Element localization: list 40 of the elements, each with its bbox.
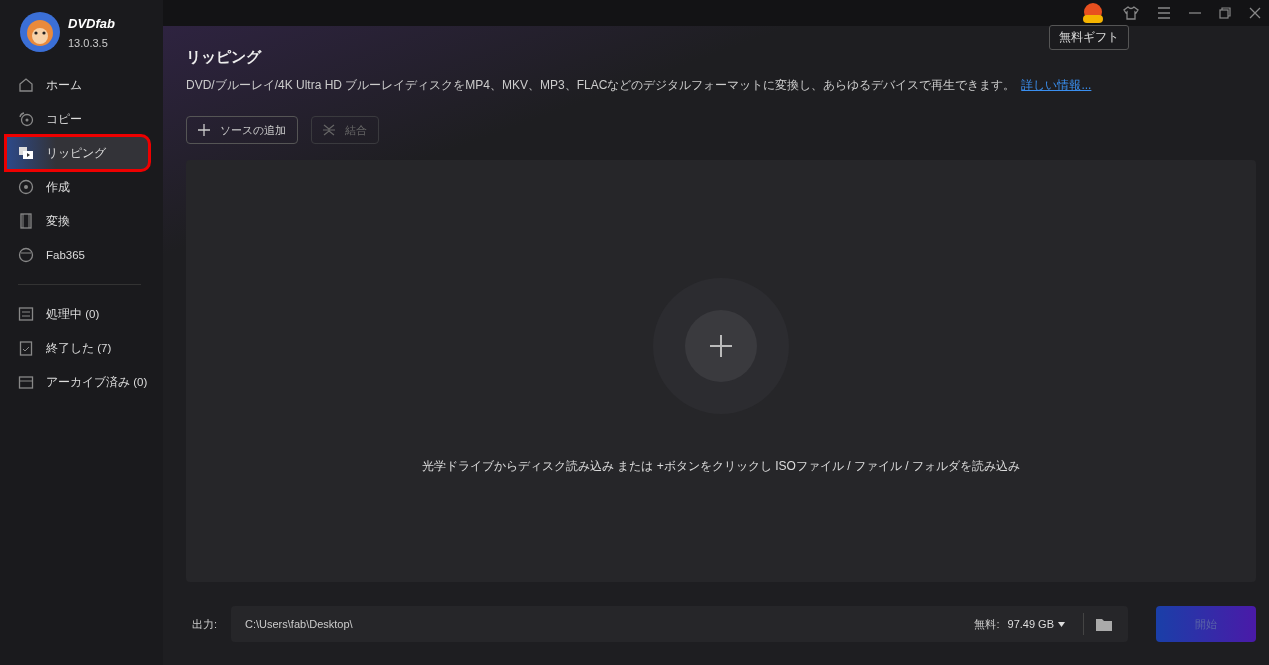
sidebar-item[interactable]: リッピング (6, 136, 149, 170)
archive-icon (18, 374, 34, 390)
sidebar-item[interactable]: ホーム (0, 68, 155, 102)
add-source-button[interactable]: ソースの追加 (186, 116, 298, 144)
close-icon[interactable] (1249, 7, 1261, 19)
sidebar-item[interactable]: 変換 (0, 204, 155, 238)
clipboard-icon (18, 340, 34, 356)
home-icon (18, 77, 34, 93)
mascot-logo-icon (20, 12, 60, 52)
output-path-field[interactable]: C:\Users\fab\Desktop\ 無料: 97.49 GB (231, 606, 1128, 642)
list-icon (18, 306, 34, 322)
disc-icon (18, 179, 34, 195)
globe-icon (18, 247, 34, 263)
page-description: DVD/ブルーレイ/4K Ultra HD ブルーレイディスクをMP4、MKV、MP3、FLACなどのデジタルフォーマットに変換し、あらゆるデバイスで再生できます。 (186, 78, 1016, 92)
folder-play-icon (18, 145, 34, 161)
sidebar-item[interactable]: コピー (0, 102, 155, 136)
folder-icon[interactable] (1096, 617, 1112, 631)
app-version: 13.0.3.5 (68, 36, 109, 49)
tooltip: 無料ギフト (1049, 25, 1129, 50)
page-title: リッピング (186, 48, 263, 67)
sidebar-item[interactable]: 終了した (7) (0, 331, 155, 365)
plus-icon (709, 334, 733, 358)
sidebar-item[interactable]: Fab365 (0, 238, 155, 272)
output-label: 出力: (192, 616, 219, 632)
caret-icon[interactable] (1058, 621, 1065, 627)
sidebar-item[interactable]: 処理中 (0) (0, 297, 155, 331)
app-name: DVDfab (68, 15, 115, 31)
merge-icon (323, 124, 335, 136)
free-space-dropdown[interactable]: 97.49 GB (1007, 618, 1054, 630)
restore-icon[interactable] (1219, 7, 1231, 19)
drop-hint: 光学ドライブからディスク読み込み または +ボタンをクリックし ISOファイル / ファイル / フォルダを読み込み (422, 458, 1020, 475)
plus-icon (198, 124, 210, 136)
free-space-label: 無料: (974, 616, 1000, 632)
menu-icon[interactable] (1157, 7, 1171, 19)
shirt-icon[interactable] (1123, 5, 1139, 21)
film-icon (18, 213, 34, 229)
more-info-link[interactable]: 詳しい情報... (1021, 78, 1092, 92)
sidebar-item[interactable]: 作成 (0, 170, 155, 204)
sidebar-item[interactable]: アーカイブ済み (0) (0, 365, 155, 399)
disc-icon (18, 111, 34, 127)
